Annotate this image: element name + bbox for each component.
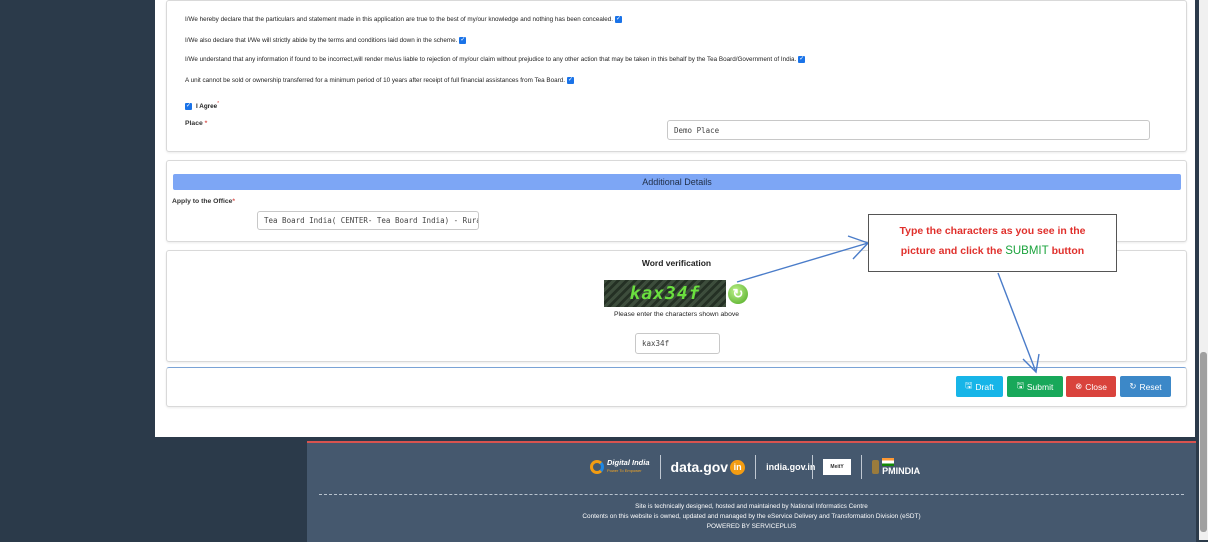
- captcha-input[interactable]: kax34f: [635, 333, 720, 354]
- captcha-instruction: Please enter the characters shown above: [613, 311, 740, 318]
- place-label: Place *: [185, 120, 208, 127]
- data-gov-badge-icon: in: [730, 459, 746, 475]
- save-icon: 🖫: [1016, 379, 1024, 390]
- refresh-captcha-icon[interactable]: ↻: [728, 284, 748, 304]
- footer-divider: [319, 494, 1184, 495]
- checkbox-icon[interactable]: ✓: [615, 16, 622, 23]
- emblem-icon: [872, 460, 880, 474]
- declaration-2: I/We also declare that I/We will strictl…: [185, 37, 467, 45]
- place-input[interactable]: Demo Place: [667, 120, 1150, 140]
- footer-text-3: POWERED BY SERVICEPLUS: [706, 523, 797, 530]
- logo-divider: [659, 455, 661, 479]
- agree-row: ✓ I Agree*: [185, 101, 220, 111]
- page-scrollbar[interactable]: [1199, 0, 1208, 540]
- office-label: Apply to the Office*: [172, 198, 236, 205]
- checkbox-icon[interactable]: ✓: [798, 56, 806, 63]
- scrollbar-thumb[interactable]: [1200, 352, 1207, 532]
- refresh-icon: ↻: [1129, 381, 1137, 391]
- logo-divider: [861, 455, 863, 479]
- digital-india-logo[interactable]: Digital India Power To Empower: [590, 459, 650, 475]
- declaration-1: I/We hereby declare that the particulars…: [185, 16, 622, 24]
- data-gov-logo[interactable]: data.gov in: [671, 459, 746, 475]
- additional-details-header: Additional Details: [173, 174, 1181, 190]
- india-gov-logo[interactable]: india.gov.in: [766, 462, 815, 472]
- logo-divider: [812, 455, 814, 479]
- submit-button[interactable]: 🖫 Submit: [1007, 376, 1063, 397]
- footer-text-1: Site is technically designed, hosted and…: [635, 503, 868, 510]
- flag-icon: [882, 458, 895, 466]
- reset-button[interactable]: ↻ Reset: [1120, 376, 1171, 397]
- pm-india-logo[interactable]: PMINDIA: [872, 458, 920, 476]
- office-select[interactable]: Tea Board India( CENTER- Tea Board India…: [257, 211, 479, 230]
- close-button[interactable]: ⊗ Close: [1066, 376, 1116, 397]
- declaration-3: I/We understand that any information if …: [185, 56, 806, 64]
- meity-logo[interactable]: MeitY: [823, 459, 852, 475]
- footer: Digital India Power To Empower data.gov …: [307, 441, 1196, 542]
- close-icon: ⊗: [1075, 381, 1083, 391]
- footer-logos: Digital India Power To Empower data.gov …: [590, 453, 920, 481]
- declaration-panel: I/We hereby declare that the particulars…: [166, 0, 1187, 152]
- logo-divider: [755, 455, 757, 479]
- checkbox-icon[interactable]: ✓: [459, 37, 467, 44]
- instruction-callout: Type the characters as you see in the pi…: [868, 214, 1117, 272]
- declaration-4: A unit cannot be sold or ownership trans…: [185, 77, 574, 85]
- footer-text-2: Contents on this website is owned, updat…: [582, 513, 921, 520]
- digital-india-icon: [590, 460, 604, 474]
- agree-checkbox[interactable]: ✓: [185, 102, 192, 110]
- draft-button[interactable]: 🖫 Draft: [956, 376, 1003, 397]
- save-icon: 🖫: [965, 379, 973, 390]
- captcha-image: kax34f: [604, 280, 726, 307]
- checkbox-icon[interactable]: ✓: [567, 77, 574, 84]
